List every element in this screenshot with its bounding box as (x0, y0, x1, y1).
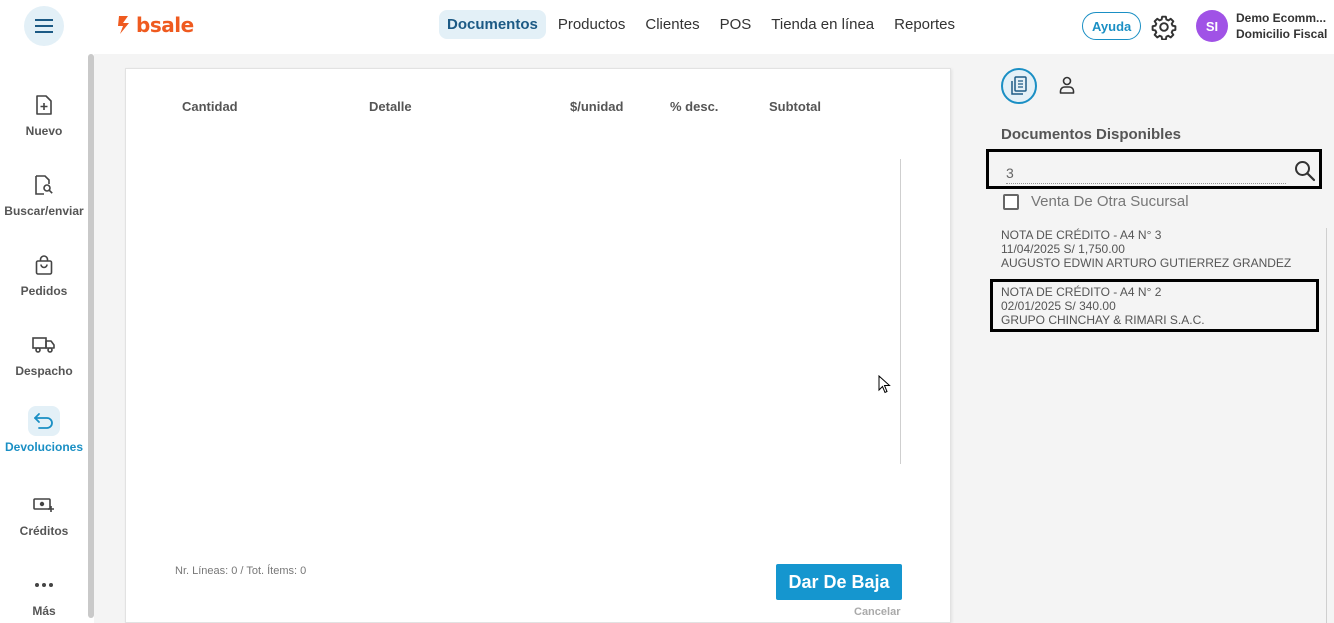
gear-icon[interactable] (1151, 14, 1177, 40)
list-item[interactable]: NOTA DE CRÉDITO - A4 N° 3 11/04/2025 S/ … (1001, 228, 1321, 270)
main-nav: Documentos Productos Clientes POS Tienda… (439, 10, 967, 39)
documents-list-scrollbar[interactable] (1326, 228, 1327, 623)
return-arrow-icon (28, 406, 60, 436)
nav-documentos[interactable]: Documentos (439, 10, 546, 39)
bsale-logo-icon (118, 16, 129, 34)
cancel-link[interactable]: Cancelar (854, 606, 900, 618)
document-number: NOTA DE CRÉDITO - A4 N° 3 (1001, 228, 1162, 242)
column-header-subtotal: Subtotal (769, 99, 821, 114)
available-documents-title: Documentos Disponibles (1001, 126, 1182, 143)
top-bar: bsale Documentos Productos Clientes POS … (0, 0, 1334, 54)
tab-client[interactable] (1052, 70, 1082, 100)
nav-productos[interactable]: Productos (550, 10, 634, 39)
file-search-icon (28, 170, 60, 200)
avatar[interactable]: SI (1196, 10, 1228, 42)
column-header-discount: % desc. (670, 99, 719, 114)
document-client: GRUPO CHINCHAY & RIMARI S.A.C. (1001, 313, 1205, 327)
sidebar-item-label: Despacho (15, 364, 73, 378)
lines-summary: Nr. Líneas: 0 / Tot. Ítems: 0 (175, 565, 307, 577)
sidebar-item-label: Créditos (19, 524, 69, 538)
sidebar-item-buscar-enviar[interactable]: Buscar/enviar (0, 170, 88, 218)
document-date-amount: 11/04/2025 S/ 1,750.00 (1001, 242, 1125, 256)
user-name: Demo Ecomm... (1236, 11, 1327, 25)
column-header-detalle: Detalle (369, 99, 412, 114)
list-item[interactable]: NOTA DE CRÉDITO - A4 N° 2 02/01/2025 S/ … (1001, 285, 1321, 327)
sidebar-item-label: Nuevo (25, 124, 63, 138)
sidebar-item-label: Buscar/enviar (4, 204, 84, 218)
sidebar-item-despacho[interactable]: Despacho (0, 330, 88, 378)
lines-scrollbar[interactable] (900, 159, 901, 464)
more-dots-icon (28, 570, 60, 600)
help-button[interactable]: Ayuda (1082, 12, 1142, 40)
document-panel: Cantidad Detalle $/unidad % desc. Subtot… (125, 68, 951, 623)
logo[interactable]: bsale (116, 13, 194, 37)
nav-tienda-en-linea[interactable]: Tienda en línea (763, 10, 882, 39)
sidebar-item-label: Pedidos (20, 284, 68, 298)
shopping-bag-icon (28, 250, 60, 280)
column-header-cantidad: Cantidad (182, 99, 238, 114)
nav-pos[interactable]: POS (712, 10, 760, 39)
document-number: NOTA DE CRÉDITO - A4 N° 2 (1001, 285, 1162, 299)
truck-icon (28, 330, 60, 360)
document-client: AUGUSTO EDWIN ARTURO GUTIERREZ GRANDEZ (1001, 256, 1292, 270)
sidebar-item-devoluciones[interactable]: Devoluciones (0, 406, 88, 454)
user-icon (1059, 76, 1075, 94)
dar-de-baja-button[interactable]: Dar De Baja (776, 564, 902, 600)
menu-button[interactable] (24, 6, 64, 46)
sidebar-item-mas[interactable]: Más (0, 570, 88, 618)
sidebar-item-nuevo[interactable]: Nuevo (0, 90, 88, 138)
sidebar-item-pedidos[interactable]: Pedidos (0, 250, 88, 298)
nav-clientes[interactable]: Clientes (637, 10, 707, 39)
money-plus-icon (28, 490, 60, 520)
sidebar-item-creditos[interactable]: Créditos (0, 490, 88, 538)
documents-icon (1011, 76, 1027, 95)
document-search-box (986, 149, 1322, 189)
other-branch-checkbox-row[interactable]: Venta De Otra Sucursal (1003, 193, 1189, 210)
sidebar-item-label: Más (32, 604, 56, 618)
user-branch: Domicilio Fiscal (1236, 27, 1328, 41)
file-plus-icon (28, 90, 60, 120)
sidebar: Nuevo Buscar/enviar Pedidos Despacho Dev… (0, 54, 88, 623)
search-icon[interactable] (1294, 160, 1316, 182)
user-info[interactable]: Demo Ecomm... Domicilio Fiscal (1236, 10, 1327, 42)
tab-documents[interactable] (1001, 68, 1037, 104)
hamburger-icon (35, 19, 53, 33)
nav-reportes[interactable]: Reportes (886, 10, 963, 39)
logo-text: bsale (136, 13, 194, 37)
mouse-cursor-icon (878, 375, 891, 394)
other-branch-label: Venta De Otra Sucursal (1031, 193, 1189, 210)
other-branch-checkbox[interactable] (1003, 193, 1019, 210)
document-date-amount: 02/01/2025 S/ 340.00 (1001, 299, 1116, 313)
document-search-input[interactable] (1006, 162, 1286, 184)
sidebar-item-label: Devoluciones (4, 440, 84, 454)
column-header-unit-price: $/unidad (570, 99, 624, 114)
